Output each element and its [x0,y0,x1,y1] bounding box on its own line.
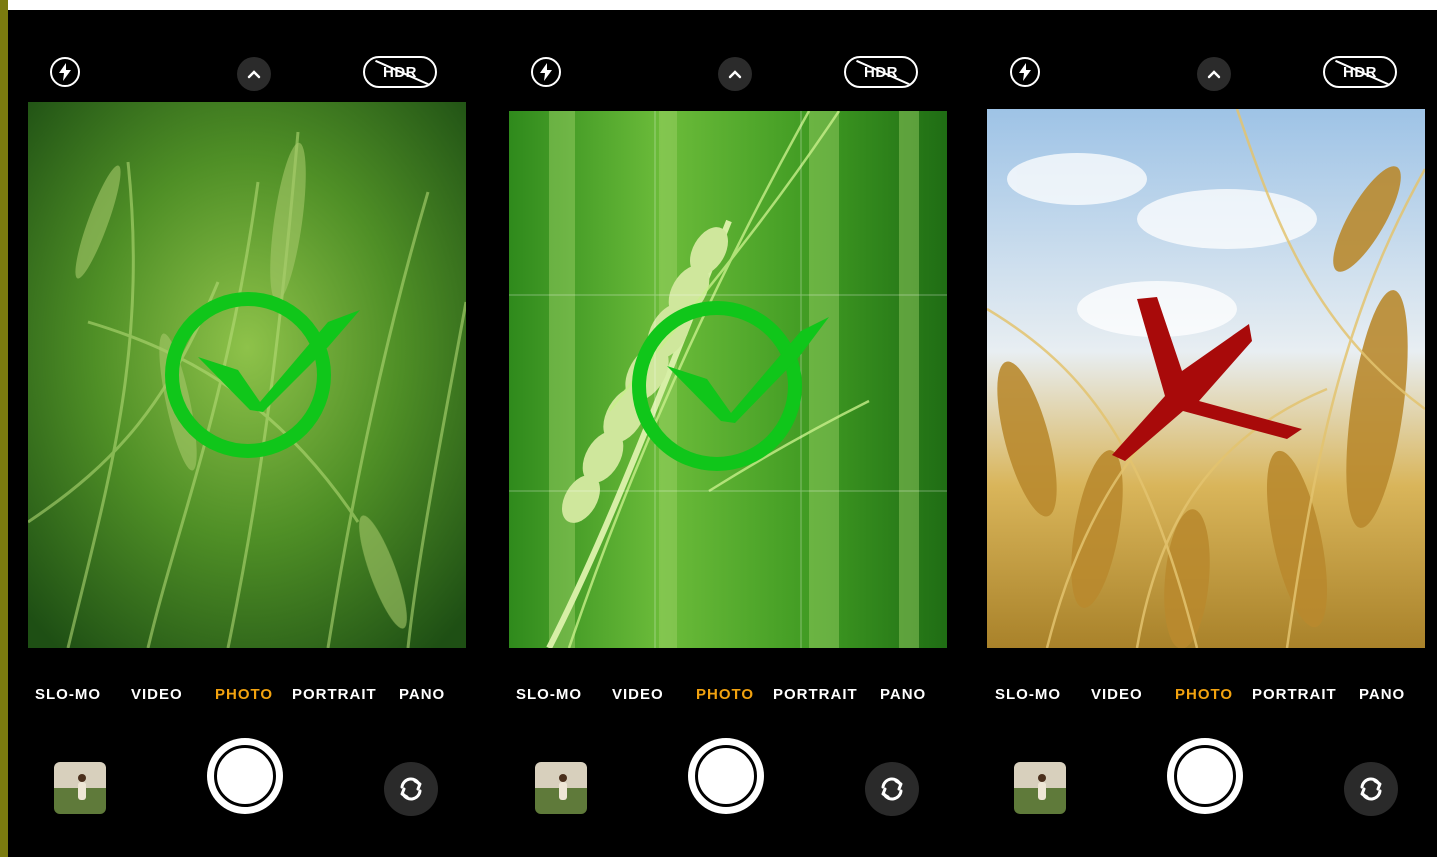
flash-button[interactable] [1010,57,1040,87]
mode-selector: SLO-MO VIDEO PHOTO PORTRAIT PANO [978,686,1436,710]
mode-portrait[interactable]: PORTRAIT [1252,686,1337,703]
shutter-inner-ring [1174,745,1236,807]
camera-flip-icon [881,777,903,801]
mode-portrait[interactable]: PORTRAIT [292,686,377,703]
last-photo-thumbnail[interactable] [535,762,587,814]
mode-photo[interactable]: PHOTO [1175,686,1233,703]
mode-pano[interactable]: PANO [1359,686,1405,703]
mode-video[interactable]: VIDEO [131,686,183,703]
mode-selector: SLO-MO VIDEO PHOTO PORTRAIT PANO [18,686,476,710]
mode-photo[interactable]: PHOTO [215,686,273,703]
left-accent-strip [0,0,8,857]
wheat-sky-photo [987,109,1425,648]
viewfinder[interactable] [28,102,466,648]
controls-toggle-button[interactable] [1197,57,1231,91]
shutter-inner-ring [214,745,276,807]
shutter-button[interactable] [1167,738,1243,814]
mode-video[interactable]: VIDEO [612,686,664,703]
mode-slo-mo[interactable]: SLO-MO [516,686,582,703]
hdr-toggle[interactable]: HDR [844,56,918,88]
top-white-band [0,0,1437,10]
camera-flip-icon [1360,777,1382,801]
shutter-button[interactable] [207,738,283,814]
wheat-green-photo [28,102,466,648]
flash-icon [59,63,71,81]
camera-top-bar: HDR [499,48,957,96]
last-photo-thumbnail[interactable] [1014,762,1066,814]
thumbnail-image [535,762,587,814]
camera-screen-1: HDR [18,10,476,857]
switch-camera-button[interactable] [384,762,438,816]
comparison-canvas: HDR [0,0,1437,857]
hdr-toggle[interactable]: HDR [363,56,437,88]
camera-screen-3: HDR [978,10,1436,857]
thumbnail-image [1014,762,1066,814]
controls-toggle-button[interactable] [718,57,752,91]
flash-button[interactable] [50,57,80,87]
camera-flip-icon [400,777,422,801]
mode-video[interactable]: VIDEO [1091,686,1143,703]
last-photo-thumbnail[interactable] [54,762,106,814]
flash-icon [1019,63,1031,81]
viewfinder[interactable] [987,109,1425,648]
camera-top-bar: HDR [18,48,476,96]
mode-slo-mo[interactable]: SLO-MO [35,686,101,703]
mode-photo[interactable]: PHOTO [696,686,754,703]
thumbnail-image [54,762,106,814]
flash-button[interactable] [531,57,561,87]
switch-camera-button[interactable] [1344,762,1398,816]
chevron-up-icon [247,70,261,79]
wheat-closeup-photo [509,111,947,648]
flash-icon [540,63,552,81]
hdr-toggle[interactable]: HDR [1323,56,1397,88]
mode-selector: SLO-MO VIDEO PHOTO PORTRAIT PANO [499,686,957,710]
chevron-up-icon [728,70,742,79]
shutter-inner-ring [695,745,757,807]
mode-portrait[interactable]: PORTRAIT [773,686,858,703]
mode-pano[interactable]: PANO [880,686,926,703]
camera-top-bar: HDR [978,48,1436,96]
mode-slo-mo[interactable]: SLO-MO [995,686,1061,703]
switch-camera-button[interactable] [865,762,919,816]
chevron-up-icon [1207,70,1221,79]
viewfinder[interactable] [509,111,947,648]
mode-pano[interactable]: PANO [399,686,445,703]
shutter-button[interactable] [688,738,764,814]
camera-screen-2: HDR [499,10,957,857]
controls-toggle-button[interactable] [237,57,271,91]
